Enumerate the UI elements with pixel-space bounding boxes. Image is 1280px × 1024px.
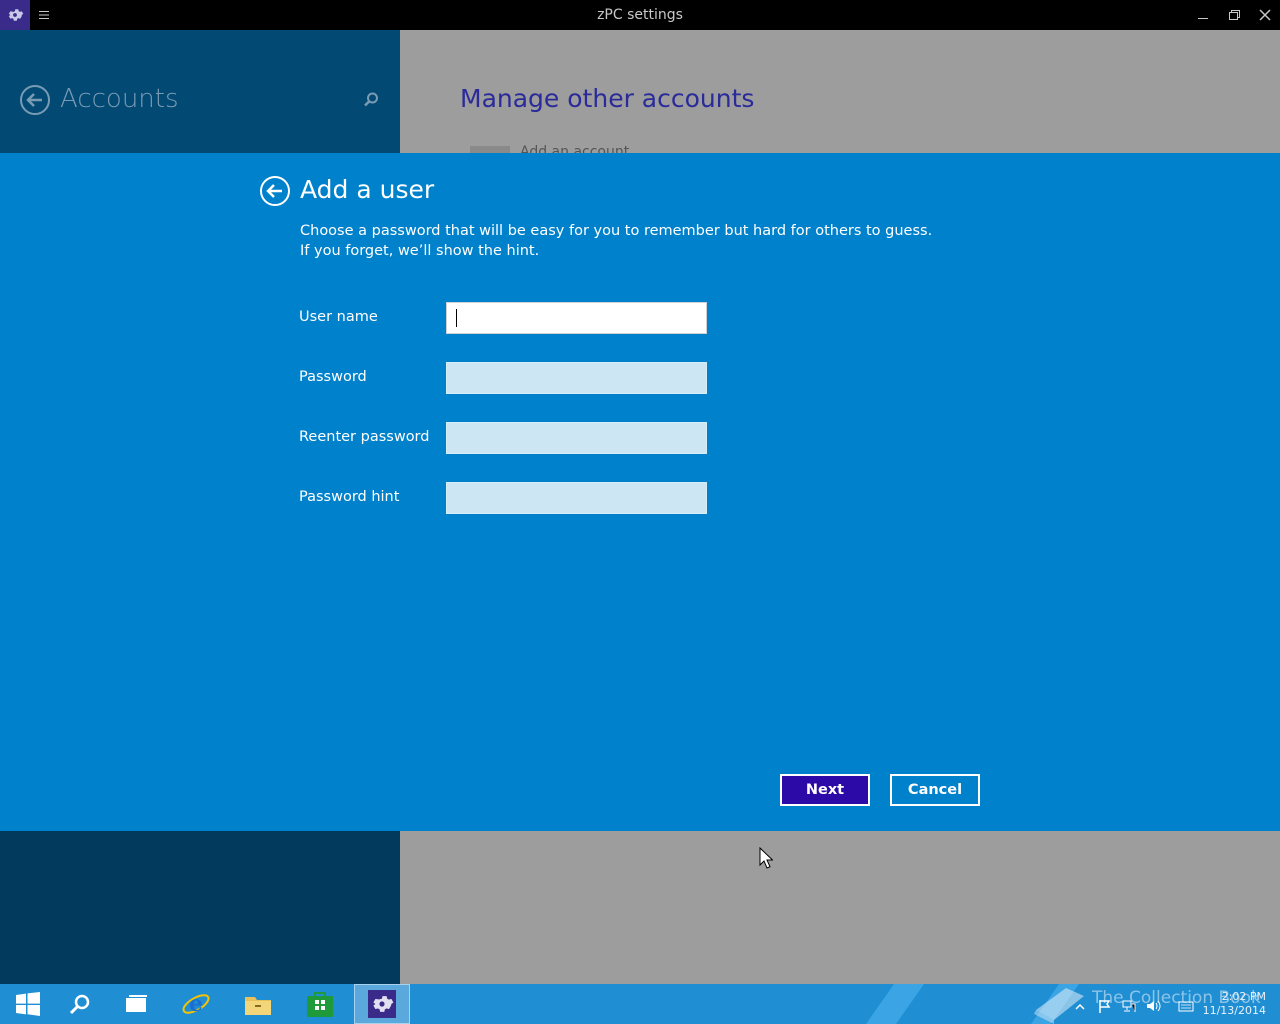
settings-taskbar-icon[interactable] [354, 984, 410, 1024]
start-icon[interactable] [0, 984, 56, 1024]
next-button[interactable]: Next [780, 774, 870, 806]
minimize-button[interactable] [1194, 6, 1212, 24]
cancel-button[interactable]: Cancel [890, 774, 980, 806]
username-label: User name [299, 309, 378, 325]
accounts-title: Accounts [60, 84, 179, 114]
file-explorer-icon[interactable] [230, 984, 286, 1024]
clock-time: 2:02 PM [1221, 990, 1266, 1003]
taskbar: e The Collection Book 2:02 PM 11/13/2014 [0, 984, 1280, 1024]
add-account-label[interactable]: Add an account [520, 144, 629, 153]
clock-date: 11/13/2014 [1202, 1004, 1266, 1017]
username-field[interactable] [446, 302, 707, 334]
title-bar: zPC settings [0, 0, 1280, 30]
close-button[interactable] [1256, 6, 1274, 24]
search-icon[interactable] [361, 90, 381, 110]
dialog-description: Choose a password that will be easy for … [300, 223, 933, 259]
volume-icon[interactable] [1146, 998, 1161, 1012]
text-caret [456, 309, 457, 327]
back-arrow-icon[interactable] [19, 84, 51, 116]
svg-text:e: e [189, 991, 203, 1017]
add-user-dialog: Add a user Choose a password that will b… [0, 153, 1280, 869]
internet-explorer-icon[interactable]: e [168, 984, 224, 1024]
action-center-flag-icon[interactable] [1098, 998, 1112, 1013]
manage-other-accounts-title: Manage other accounts [460, 84, 755, 113]
password-field[interactable] [446, 362, 707, 394]
search-icon[interactable] [52, 984, 108, 1024]
dialog-title: Add a user [300, 175, 435, 204]
mouse-pointer-icon [759, 846, 774, 869]
password-hint-field[interactable] [446, 482, 707, 514]
dialog-back-arrow-icon[interactable] [259, 175, 291, 207]
reenter-password-label: Reenter password [299, 429, 430, 445]
store-icon[interactable] [292, 984, 348, 1024]
reenter-password-field[interactable] [446, 422, 707, 454]
password-hint-label: Password hint [299, 489, 400, 505]
password-label: Password [299, 369, 367, 385]
keyboard-icon[interactable] [1178, 998, 1194, 1012]
show-hidden-icons-icon[interactable] [1074, 998, 1088, 1012]
clock[interactable]: 2:02 PM 11/13/2014 [1203, 990, 1266, 1018]
network-icon[interactable] [1122, 998, 1136, 1012]
task-view-icon[interactable] [108, 984, 164, 1024]
window-title: zPC settings [597, 7, 683, 23]
restore-button[interactable] [1225, 6, 1243, 24]
taskbar-decoration [858, 984, 932, 1024]
